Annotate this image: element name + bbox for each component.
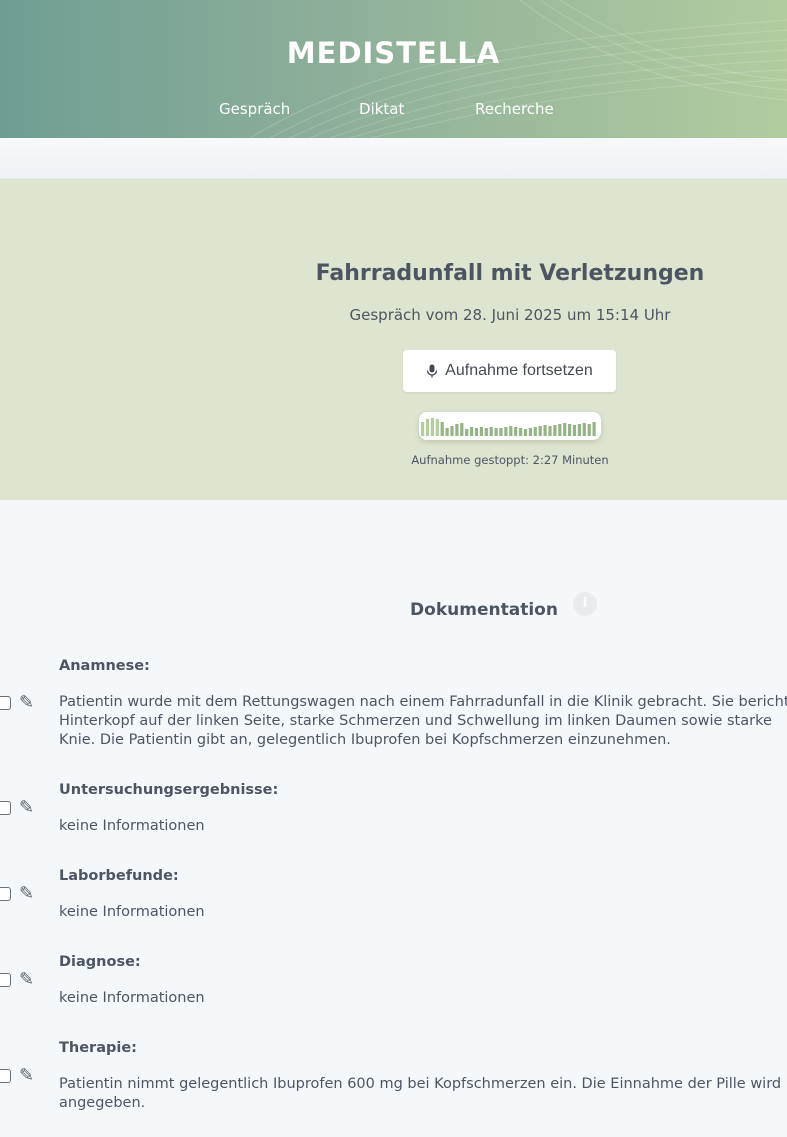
edit-pencil-icon[interactable]: ✎ <box>19 885 34 903</box>
edit-pencil-icon[interactable]: ✎ <box>19 1067 34 1085</box>
waveform-bar <box>528 428 532 436</box>
waveform-bar <box>425 419 430 436</box>
waveform-bar <box>494 428 498 436</box>
waveform-bar <box>479 427 483 436</box>
waveform-bars <box>421 418 596 436</box>
section-label: Anamnese: <box>59 658 150 674</box>
audio-waveform[interactable] <box>419 412 601 440</box>
section-text: keine Informationen <box>59 990 205 1006</box>
documentation-title: Dokumentation <box>410 600 558 620</box>
section-checkbox[interactable] <box>0 696 11 710</box>
edit-pencil-icon[interactable]: ✎ <box>19 971 34 989</box>
waveform-bar <box>489 427 493 436</box>
nav-item-gespraech[interactable]: Gespräch <box>219 100 290 118</box>
waveform-bar <box>519 428 523 436</box>
nav-item-recherche[interactable]: Recherche <box>475 100 554 118</box>
waveform-bar <box>474 428 479 436</box>
waveform-bar <box>533 427 537 436</box>
waveform-bar <box>548 426 552 436</box>
section-label: Therapie: <box>59 1040 137 1056</box>
app-header: MEDISTELLA Gespräch Diktat Recherche <box>0 0 787 138</box>
waveform-bar <box>587 424 591 436</box>
session-title: Fahrradunfall mit Verletzungen <box>315 261 705 286</box>
waveform-bar <box>460 423 464 436</box>
waveform-bar <box>582 423 586 436</box>
waveform-bar <box>563 423 567 436</box>
waveform-bar <box>514 427 518 436</box>
section-checkbox[interactable] <box>0 887 11 901</box>
waveform-bar <box>455 424 459 436</box>
edit-pencil-icon[interactable]: ✎ <box>19 799 34 817</box>
waveform-bar <box>558 424 562 436</box>
microphone-icon <box>427 364 438 378</box>
waveform-bar <box>553 425 557 436</box>
waveform-bar <box>538 426 542 436</box>
waveform-bar <box>435 419 439 436</box>
waveform-bar <box>470 427 474 436</box>
waveform-bar <box>568 424 572 436</box>
session-panel: Fahrradunfall mit Verletzungen Gespräch … <box>0 179 787 500</box>
waveform-bar <box>504 427 508 436</box>
edit-pencil-icon[interactable]: ✎ <box>19 694 34 712</box>
waveform-bar <box>465 429 469 436</box>
waveform-bar <box>421 422 425 436</box>
waveform-bar <box>440 422 444 436</box>
section-label: Untersuchungsergebnisse: <box>59 782 279 798</box>
section-text: Patientin nimmt gelegentlich Ibuprofen 6… <box>59 1076 782 1111</box>
waveform-bar <box>445 428 449 436</box>
waveform-bar <box>450 426 454 436</box>
main-nav: Gespräch Diktat Recherche <box>0 100 787 120</box>
brand-logo[interactable]: MEDISTELLA <box>0 36 787 70</box>
waveform-bar <box>499 428 503 436</box>
recording-status: Aufnahme gestoppt: 2:27 Minuten <box>411 453 609 467</box>
session-date: Gespräch vom 28. Juni 2025 um 15:14 Uhr <box>349 306 671 324</box>
section-checkbox[interactable] <box>0 1069 11 1083</box>
waveform-bar <box>543 425 547 436</box>
section-text: keine Informationen <box>59 904 205 920</box>
resume-recording-button[interactable]: Aufnahme fortsetzen <box>403 350 616 392</box>
waveform-bar <box>523 429 528 436</box>
waveform-bar <box>430 418 434 436</box>
sub-toolbar <box>0 138 787 179</box>
section-text: Patientin wurde mit dem Rettungswagen na… <box>59 694 787 748</box>
waveform-bar <box>509 426 513 436</box>
waveform-bar <box>484 428 488 436</box>
section-checkbox[interactable] <box>0 973 11 987</box>
section-label: Laborbefunde: <box>59 868 179 884</box>
waveform-bar <box>592 422 596 436</box>
section-label: Diagnose: <box>59 954 141 970</box>
resume-recording-label: Aufnahme fortsetzen <box>445 362 593 379</box>
nav-item-diktat[interactable]: Diktat <box>359 100 404 118</box>
section-checkbox[interactable] <box>0 801 11 815</box>
section-text: keine Informationen <box>59 818 205 834</box>
waveform-bar <box>572 425 577 436</box>
waveform-bar <box>577 424 581 436</box>
info-icon[interactable]: i <box>573 592 597 616</box>
